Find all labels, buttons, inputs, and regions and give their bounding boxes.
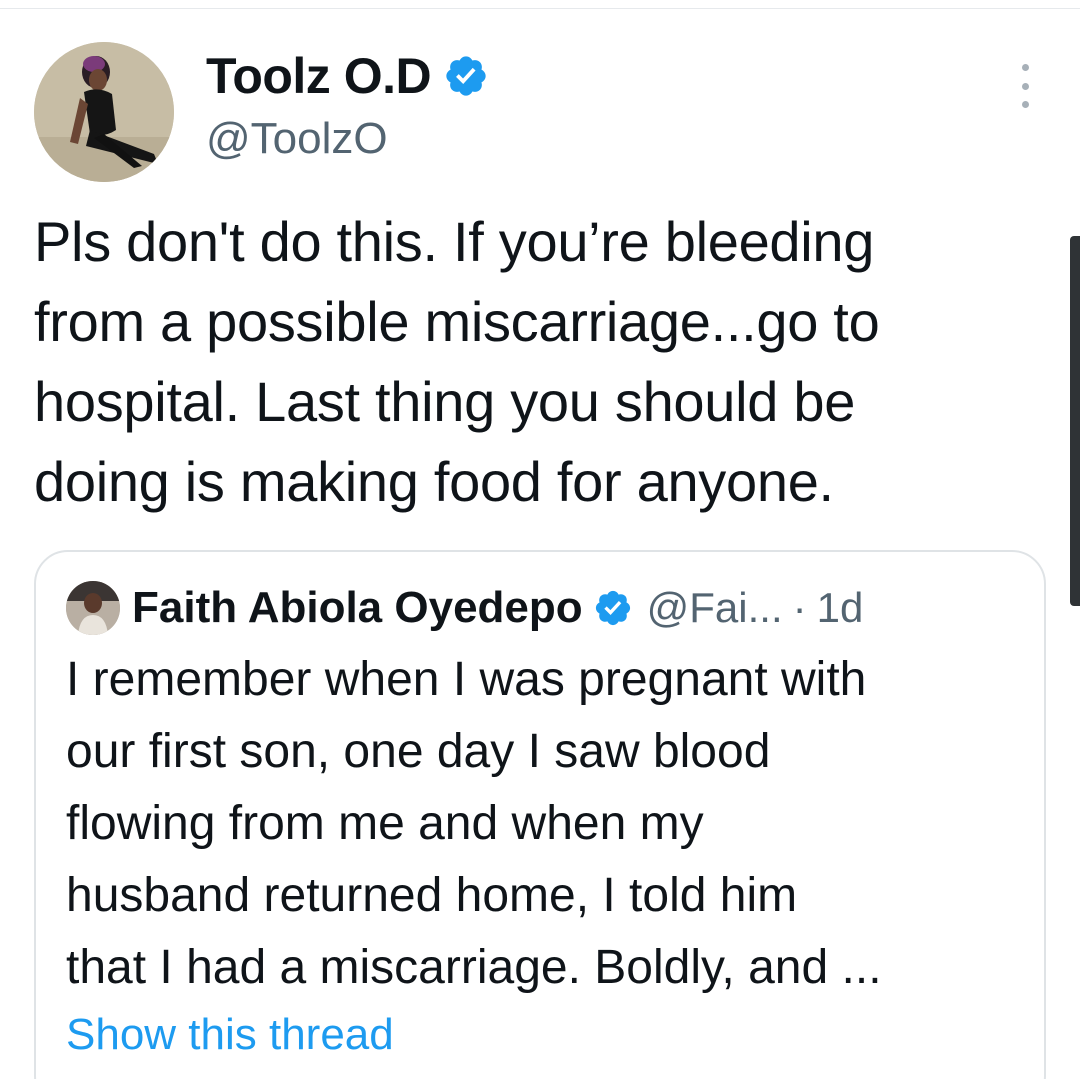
quoted-author-avatar-image <box>66 581 120 635</box>
tweet-text-line: Pls don't do this. If you’re bleeding <box>34 210 875 273</box>
quoted-text-line: I remember when I was pregnant with <box>66 653 867 706</box>
tweet-text-line: hospital. Last thing you should be <box>34 370 856 433</box>
quoted-tweet-timestamp[interactable]: 1d <box>817 584 864 632</box>
verified-badge-icon <box>593 588 633 628</box>
author-avatar[interactable] <box>34 42 174 182</box>
quoted-author-avatar[interactable] <box>66 581 120 635</box>
tweet-text: Pls don't do this. If you’re bleeding fr… <box>34 202 1054 522</box>
author-info: Toolz O.D @ToolzO <box>206 44 489 164</box>
quoted-author-handle[interactable]: @Fai... <box>647 584 783 632</box>
quoted-text-line: flowing from me and when my <box>66 797 704 850</box>
more-vertical-icon[interactable] <box>1010 64 1040 108</box>
scrollbar[interactable] <box>1070 236 1080 606</box>
meta-separator: · <box>792 584 807 631</box>
more-dot <box>1021 101 1029 108</box>
more-dot <box>1021 64 1029 71</box>
author-name-row: Toolz O.D <box>206 44 489 108</box>
more-dot <box>1021 82 1029 90</box>
quoted-author-display-name[interactable]: Faith Abiola Oyedepo <box>132 583 583 633</box>
verified-badge-icon <box>443 53 489 99</box>
quoted-tweet-card[interactable]: Faith Abiola Oyedepo @Fai... · 1d I reme… <box>34 550 1046 1079</box>
tweet-text-line: from a possible miscarriage...go to <box>34 290 880 353</box>
quoted-text-line: our first son, one day I saw blood <box>66 725 771 778</box>
quoted-tweet-text: I remember when I was pregnant with our … <box>66 644 1026 1004</box>
author-avatar-image <box>34 42 174 182</box>
quoted-text-line: that I had a miscarriage. Boldly, and ..… <box>66 941 882 994</box>
quoted-tweet-header: Faith Abiola Oyedepo @Fai... · 1d <box>66 580 863 636</box>
author-handle[interactable]: @ToolzO <box>206 114 489 164</box>
top-divider <box>0 8 1080 9</box>
author-display-name[interactable]: Toolz O.D <box>206 47 432 105</box>
tweet-text-line: doing is making food for anyone. <box>34 450 834 513</box>
show-thread-link[interactable]: Show this thread <box>66 1010 394 1060</box>
quoted-text-line: husband returned home, I told him <box>66 869 798 922</box>
